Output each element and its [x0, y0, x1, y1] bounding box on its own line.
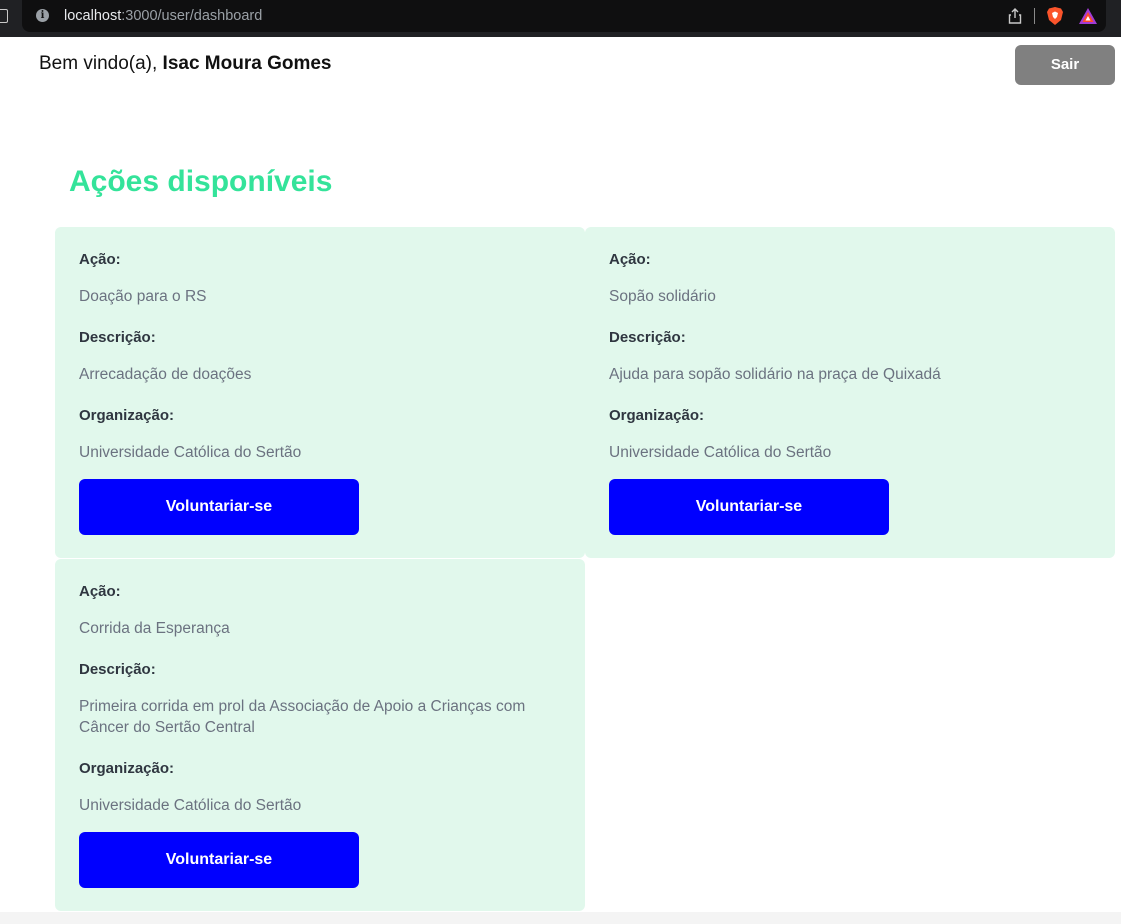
- welcome-prefix: Bem vindo(a),: [39, 53, 163, 74]
- volunteer-button[interactable]: Voluntariar-se: [79, 832, 359, 888]
- user-name: Isac Moura Gomes: [162, 53, 332, 74]
- organization-label: Organização:: [79, 407, 175, 424]
- url-path: :3000/user/dashboard: [121, 8, 263, 24]
- description-label: Descrição:: [79, 661, 156, 678]
- action-card: Ação: Doação para o RS Descrição: Arreca…: [55, 227, 585, 558]
- action-description: Arrecadação de doações: [79, 366, 252, 383]
- action-card: Ação: Corrida da Esperança Descrição: Pr…: [55, 559, 585, 911]
- bookmark-icon[interactable]: [0, 9, 8, 23]
- logout-button[interactable]: Sair: [1015, 45, 1115, 85]
- description-label: Descrição:: [609, 329, 686, 346]
- action-organization: Universidade Católica do Sertão: [79, 797, 302, 814]
- description-label: Descrição:: [79, 329, 156, 346]
- action-description-line-1: Primeira corrida em prol da Associação d…: [79, 698, 526, 715]
- toolbar-divider: [1034, 8, 1035, 24]
- action-organization: Universidade Católica do Sertão: [609, 444, 832, 461]
- action-card: Ação: Sopão solidário Descrição: Ajuda p…: [585, 227, 1115, 558]
- action-name: Doação para o RS: [79, 288, 207, 305]
- welcome-message: Bem vindo(a), Isac Moura Gomes: [39, 53, 332, 75]
- rewards-triangle-icon[interactable]: [1078, 7, 1098, 25]
- action-label: Ação:: [79, 251, 121, 268]
- address-bar[interactable]: i localhost:3000/user/dashboard: [22, 0, 1106, 32]
- page-bottom-edge: [0, 912, 1121, 924]
- browser-toolbar: i localhost:3000/user/dashboard: [0, 0, 1121, 37]
- action-description: Ajuda para sopão solidário na praça de Q…: [609, 366, 941, 383]
- action-organization: Universidade Católica do Sertão: [79, 444, 302, 461]
- page-title: Ações disponíveis: [69, 165, 333, 198]
- url-text[interactable]: localhost:3000/user/dashboard: [64, 8, 262, 24]
- site-info-icon[interactable]: i: [36, 9, 49, 22]
- organization-label: Organização:: [79, 760, 175, 777]
- brave-shield-icon[interactable]: [1046, 6, 1064, 26]
- action-label: Ação:: [609, 251, 651, 268]
- url-host: localhost: [64, 8, 122, 24]
- organization-label: Organização:: [609, 407, 705, 424]
- action-label: Ação:: [79, 583, 121, 600]
- action-name: Corrida da Esperança: [79, 620, 230, 637]
- share-icon[interactable]: [1008, 8, 1022, 24]
- volunteer-button[interactable]: Voluntariar-se: [79, 479, 359, 535]
- action-name: Sopão solidário: [609, 288, 716, 305]
- volunteer-button[interactable]: Voluntariar-se: [609, 479, 889, 535]
- action-description-line-2: Câncer do Sertão Central: [79, 719, 255, 736]
